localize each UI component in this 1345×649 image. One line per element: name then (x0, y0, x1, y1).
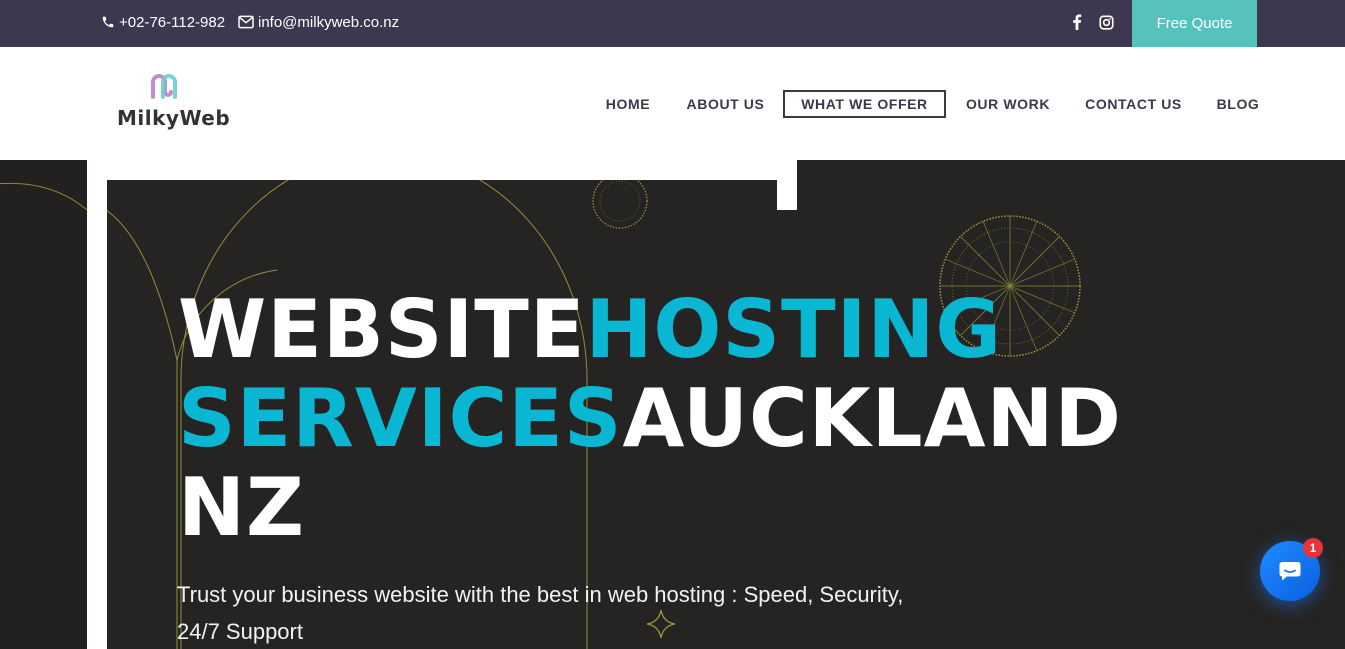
logo-mark-icon (151, 74, 177, 99)
chat-icon (1279, 562, 1301, 581)
decorative-arch (107, 210, 178, 361)
hero-top-strip (797, 160, 1345, 180)
nav-what-we-offer[interactable]: WHAT WE OFFER (783, 90, 946, 118)
instagram-icon (1099, 14, 1114, 30)
headline-part-services: SERVICES (178, 372, 623, 465)
logo-text: MilkyWeb (117, 106, 231, 130)
hero-notch (777, 160, 797, 210)
nav-home[interactable]: HOME (603, 90, 653, 118)
headline-part-hosting: HOSTING (585, 283, 1002, 376)
headline-part-auckland: AUCKLAND (622, 372, 1122, 465)
chat-notification-badge: 1 (1303, 538, 1323, 558)
facebook-link[interactable] (1072, 0, 1082, 44)
email-address: info@milkyweb.co.nz (258, 13, 400, 31)
phone-number: +02-76-112-982 (119, 13, 226, 31)
logo[interactable]: MilkyWeb (116, 73, 231, 135)
free-quote-button[interactable]: Free Quote (1132, 0, 1257, 47)
nav-contact-us[interactable]: CONTACT US (1084, 90, 1183, 118)
decorative-arc (0, 182, 87, 211)
email-contact[interactable]: info@milkyweb.co.nz (238, 0, 399, 44)
headline-part-website: WEBSITE (178, 283, 586, 376)
site-header: MilkyWeb HOME ABOUT US WHAT WE OFFER OUR… (0, 47, 1345, 160)
dotted-sphere (592, 180, 648, 229)
top-bar: +02-76-112-982 info@milkyweb.co.nz Free … (0, 0, 1345, 47)
hero-subtitle: Trust your business website with the bes… (177, 582, 904, 644)
hero-headline: WEBSITEHOSTING SERVICESAUCKLAND NZ (178, 285, 1122, 552)
nav-about-us[interactable]: ABOUT US (685, 90, 766, 118)
headline-part-nz: NZ (178, 461, 305, 554)
hero-left-panel (0, 160, 87, 649)
envelope-icon (238, 15, 254, 29)
nav-blog[interactable]: BLOG (1215, 90, 1261, 118)
nav-our-work[interactable]: OUR WORK (963, 90, 1053, 118)
instagram-link[interactable] (1099, 0, 1114, 44)
phone-contact[interactable]: +02-76-112-982 (101, 0, 225, 44)
phone-icon (102, 16, 114, 28)
facebook-icon (1073, 14, 1082, 30)
